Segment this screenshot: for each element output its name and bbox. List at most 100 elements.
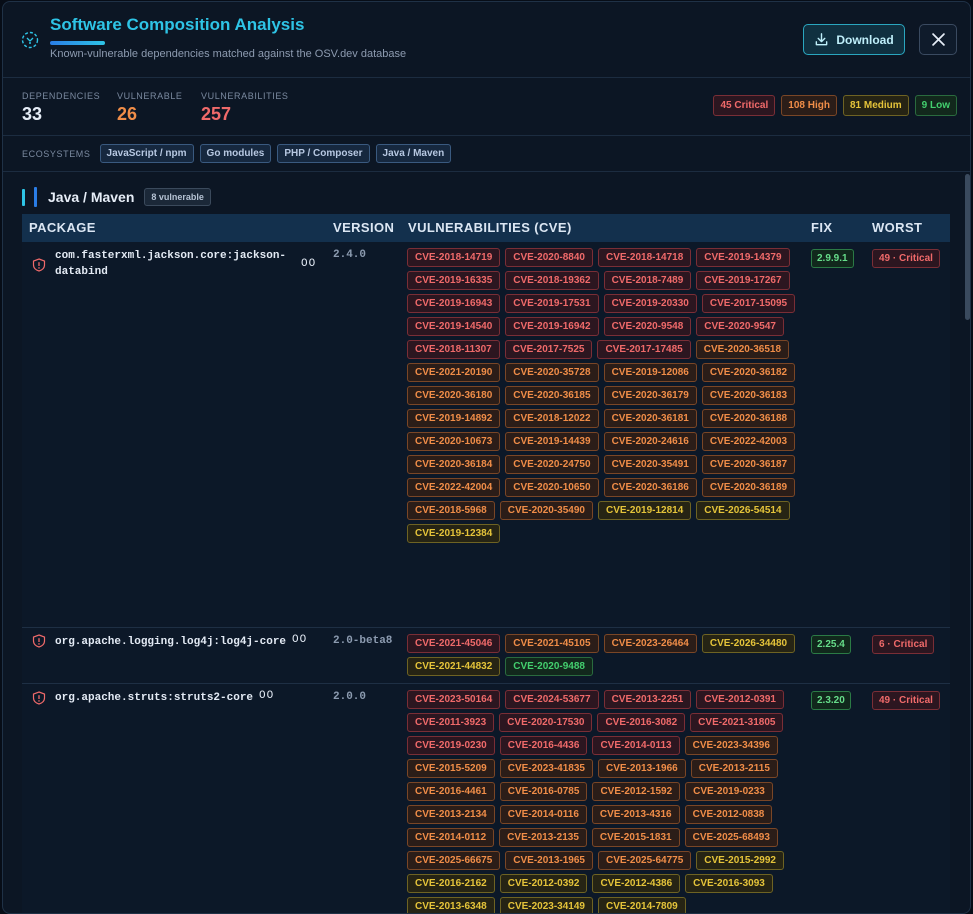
cve-badge[interactable]: CVE-2020-36186 <box>603 478 697 497</box>
cve-badge[interactable]: CVE-2016-4461 <box>407 782 495 801</box>
cve-badge[interactable]: CVE-2018-14718 <box>598 248 692 267</box>
cve-badge[interactable]: CVE-2019-0233 <box>685 782 773 801</box>
cve-badge[interactable]: CVE-2020-36181 <box>603 409 697 428</box>
ecosystem-chip-go[interactable]: Go modules <box>199 144 272 163</box>
cve-badge[interactable]: CVE-2021-45105 <box>505 634 599 653</box>
cve-badge[interactable]: CVE-2024-53677 <box>505 690 599 709</box>
results-content[interactable]: Java / Maven 8 vulnerable PACKAGE VERSIO… <box>3 174 970 913</box>
table-row[interactable]: com.fasterxml.jackson.core:jackson-datab… <box>22 242 950 628</box>
ecosystem-chip-maven[interactable]: Java / Maven <box>375 144 452 163</box>
cve-badge[interactable]: CVE-2023-26464 <box>603 634 697 653</box>
cve-badge[interactable]: CVE-2021-45046 <box>407 634 501 653</box>
cve-badge[interactable]: CVE-2026-34480 <box>701 634 796 653</box>
cve-badge[interactable]: CVE-2020-24616 <box>603 432 697 451</box>
cve-badge[interactable]: CVE-2016-3082 <box>597 713 686 732</box>
cve-badge[interactable]: CVE-2019-16943 <box>407 294 501 313</box>
cve-badge[interactable]: CVE-2017-17485 <box>597 340 691 359</box>
cve-badge[interactable]: CVE-2011-3923 <box>407 713 495 732</box>
ecosystem-chip-composer[interactable]: PHP / Composer <box>277 144 370 163</box>
cve-badge[interactable]: CVE-2020-35728 <box>505 363 599 382</box>
cve-badge[interactable]: CVE-2020-24750 <box>505 455 599 474</box>
cve-badge[interactable]: CVE-2019-14540 <box>407 317 501 336</box>
cve-badge[interactable]: CVE-2018-19362 <box>505 271 599 290</box>
cve-badge[interactable]: CVE-2026-54514 <box>696 501 790 520</box>
cve-badge[interactable]: CVE-2019-14439 <box>505 432 599 451</box>
cve-badge[interactable]: CVE-2019-12384 <box>407 524 501 543</box>
cve-badge[interactable]: CVE-2021-44832 <box>407 657 501 676</box>
table-row[interactable]: org.apache.logging.log4j:log4j-core OO 2… <box>22 628 950 684</box>
cve-badge[interactable]: CVE-2019-14379 <box>696 248 790 267</box>
cve-badge[interactable]: CVE-2020-36185 <box>505 386 599 405</box>
cve-badge[interactable]: CVE-2020-8840 <box>505 248 593 267</box>
cve-badge[interactable]: CVE-2012-0391 <box>696 690 784 709</box>
cve-badge[interactable]: CVE-2015-2992 <box>696 851 784 870</box>
cve-badge[interactable]: CVE-2020-36187 <box>701 455 796 474</box>
cve-badge[interactable]: CVE-2018-11307 <box>407 340 500 359</box>
cve-badge[interactable]: CVE-2012-1592 <box>592 782 681 801</box>
close-button[interactable] <box>919 24 957 55</box>
cve-badge[interactable]: CVE-2018-5968 <box>407 501 495 520</box>
download-button[interactable]: Download <box>803 24 905 55</box>
cve-badge[interactable]: CVE-2016-4436 <box>499 736 588 755</box>
cve-badge[interactable]: CVE-2023-50164 <box>407 690 501 709</box>
cve-badge[interactable]: CVE-2013-4316 <box>591 805 680 824</box>
cve-badge[interactable]: CVE-2021-20190 <box>407 363 501 382</box>
cve-badge[interactable]: CVE-2022-42004 <box>407 478 501 497</box>
scrollbar-thumb[interactable] <box>965 174 970 320</box>
cve-badge[interactable]: CVE-2017-7525 <box>504 340 593 359</box>
cve-badge[interactable]: CVE-2020-35490 <box>499 501 593 520</box>
cve-badge[interactable]: CVE-2013-1965 <box>505 851 593 870</box>
cve-badge[interactable]: CVE-2019-20330 <box>603 294 697 313</box>
cve-badge[interactable]: CVE-2020-36518 <box>695 340 790 359</box>
cve-badge[interactable]: CVE-2016-0785 <box>499 782 588 801</box>
cve-badge[interactable]: CVE-2020-9547 <box>696 317 784 336</box>
cve-badge[interactable]: CVE-2018-7489 <box>603 271 692 290</box>
cve-badge[interactable]: CVE-2013-2115 <box>690 759 778 778</box>
cve-badge[interactable]: CVE-2025-66675 <box>407 851 501 870</box>
ecosystem-chip-npm[interactable]: JavaScript / npm <box>99 144 194 163</box>
cve-badge[interactable]: CVE-2020-35491 <box>603 455 697 474</box>
cve-badge[interactable]: CVE-2016-2162 <box>407 874 495 893</box>
cve-badge[interactable]: CVE-2016-3093 <box>685 874 773 893</box>
cve-badge[interactable]: CVE-2019-12814 <box>598 501 692 520</box>
cve-badge[interactable]: CVE-2014-0116 <box>499 805 587 824</box>
cve-badge[interactable]: CVE-2014-0113 <box>592 736 680 755</box>
cve-badge[interactable]: CVE-2020-36188 <box>701 409 796 428</box>
cve-badge[interactable]: CVE-2019-16942 <box>505 317 599 336</box>
cve-badge[interactable]: CVE-2020-9488 <box>505 657 593 676</box>
cve-badge[interactable]: CVE-2014-7809 <box>598 897 686 913</box>
cve-badge[interactable]: CVE-2013-2134 <box>407 805 495 824</box>
cve-badge[interactable]: CVE-2013-1966 <box>598 759 686 778</box>
cve-badge[interactable]: CVE-2020-10650 <box>505 478 599 497</box>
cve-badge[interactable]: CVE-2019-12086 <box>603 363 697 382</box>
cve-badge[interactable]: CVE-2020-36183 <box>701 386 796 405</box>
cve-badge[interactable]: CVE-2019-14892 <box>407 409 501 428</box>
cve-badge[interactable]: CVE-2014-0112 <box>407 828 495 847</box>
cve-badge[interactable]: CVE-2012-0392 <box>499 874 588 893</box>
cve-badge[interactable]: CVE-2012-0838 <box>684 805 773 824</box>
cve-badge[interactable]: CVE-2020-36182 <box>701 363 796 382</box>
cve-badge[interactable]: CVE-2018-12022 <box>505 409 599 428</box>
cve-badge[interactable]: CVE-2013-2251 <box>603 690 692 709</box>
cve-badge[interactable]: CVE-2023-41835 <box>499 759 593 778</box>
cve-badge[interactable]: CVE-2019-17531 <box>505 294 599 313</box>
cve-badge[interactable]: CVE-2021-31805 <box>690 713 784 732</box>
cve-badge[interactable]: CVE-2018-14719 <box>407 248 501 267</box>
cve-badge[interactable]: CVE-2019-0230 <box>407 736 495 755</box>
cve-badge[interactable]: CVE-2015-5209 <box>407 759 495 778</box>
cve-badge[interactable]: CVE-2012-4386 <box>592 874 681 893</box>
cve-badge[interactable]: CVE-2020-36179 <box>603 386 697 405</box>
cve-badge[interactable]: CVE-2019-16335 <box>407 271 501 290</box>
cve-badge[interactable]: CVE-2020-36180 <box>407 386 501 405</box>
cve-badge[interactable]: CVE-2020-36184 <box>407 455 501 474</box>
cve-badge[interactable]: CVE-2020-9548 <box>603 317 692 336</box>
cve-badge[interactable]: CVE-2020-10673 <box>407 432 501 451</box>
cve-badge[interactable]: CVE-2019-17267 <box>696 271 790 290</box>
table-row[interactable]: org.apache.struts:struts2-core OO 2.0.0 … <box>22 684 950 913</box>
cve-badge[interactable]: CVE-2020-36189 <box>701 478 796 497</box>
cve-badge[interactable]: CVE-2023-34396 <box>684 736 778 755</box>
cve-badge[interactable]: CVE-2023-34149 <box>499 897 593 913</box>
cve-badge[interactable]: CVE-2017-15095 <box>701 294 796 313</box>
cve-badge[interactable]: CVE-2013-2135 <box>499 828 587 847</box>
cve-badge[interactable]: CVE-2022-42003 <box>701 432 796 451</box>
